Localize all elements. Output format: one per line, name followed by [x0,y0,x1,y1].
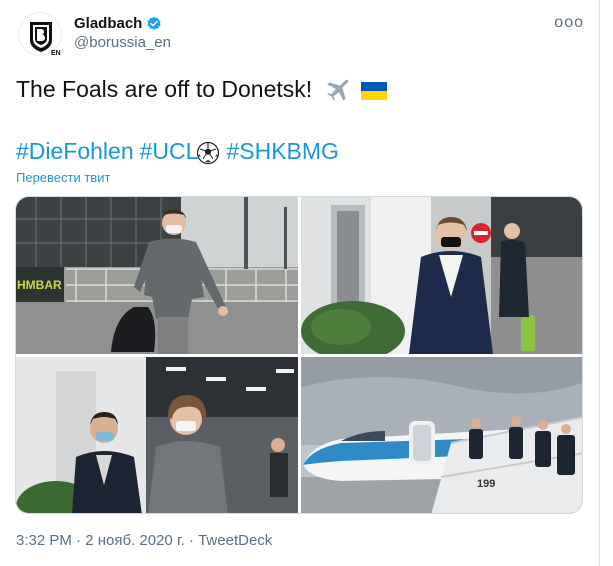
svg-text:199: 199 [477,478,495,490]
author-names: Gladbach @borussia_en [74,14,171,53]
tweet-time[interactable]: 3:32 PM [16,532,72,549]
hashtag-ucl[interactable]: #UCL [140,138,199,164]
svg-text:HMBAR: HMBAR [17,278,62,292]
player-walking-photo: HMBAR [16,197,298,354]
player-terminal-photo [301,197,582,354]
ukraine-flag-icon [360,81,387,100]
photo-2[interactable] [301,197,582,354]
svg-text:EN: EN [51,50,61,57]
tweet-card: EN Gladbach @borussia_en ooo The Foals a… [0,0,600,566]
hashtag-diefohlen[interactable]: #DieFohlen [16,138,134,164]
display-name[interactable]: Gladbach [74,14,142,33]
tweet-date[interactable]: 2 нояб. 2020 г. [85,532,185,549]
borussia-crest-icon: EN [30,22,61,57]
verified-badge-icon [147,16,162,30]
soccer-ball-icon [197,141,220,165]
hashtags: #DieFohlen #UCL #SHKBMG [16,136,345,166]
media-grid: HMBAR 199 [15,196,583,514]
tweet-text-content: The Foals are off to Donetsk! [16,76,313,102]
tweet-header: EN Gladbach @borussia_en ooo [18,10,588,60]
tweet-source[interactable]: TweetDeck [198,532,272,549]
display-name-row[interactable]: Gladbach [74,14,171,33]
translate-tweet-link[interactable]: Перевести твит [16,170,110,185]
user-handle[interactable]: @borussia_en [74,33,171,53]
avatar[interactable]: EN [18,12,62,57]
tweet-text: The Foals are off to Donetsk! [16,74,387,104]
more-options-button[interactable]: ooo [554,14,584,32]
team-boarding-photo: 199 [301,357,582,513]
photo-3[interactable] [16,357,298,513]
photo-4[interactable]: 199 [301,357,582,513]
meta-separator-2: · [188,532,194,549]
meta-separator: · [76,532,82,549]
airplane-icon [326,79,348,101]
players-corridor-photo [16,357,298,513]
photo-1[interactable]: HMBAR [16,197,298,354]
hashtag-shkbmg[interactable]: #SHKBMG [226,138,338,164]
tweet-meta: 3:32 PM · 2 нояб. 2020 г. · TweetDeck [16,532,272,549]
